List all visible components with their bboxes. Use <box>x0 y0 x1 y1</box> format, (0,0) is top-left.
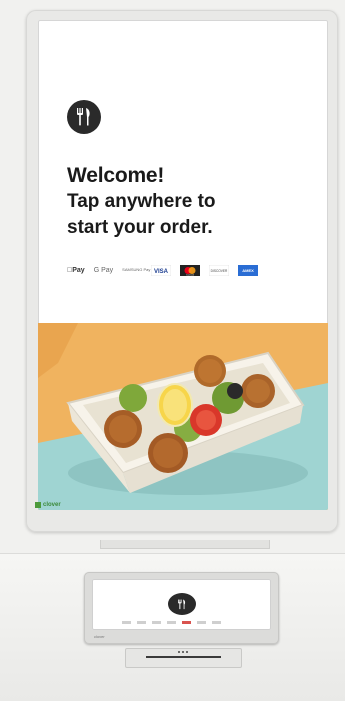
mini-pay-logo <box>197 621 206 624</box>
mini-pay-logo <box>152 621 161 624</box>
mini-pay-logo <box>122 621 131 624</box>
mastercard-logo: mastercard <box>180 264 201 276</box>
fork-knife-icon <box>67 100 101 134</box>
indicator-dot <box>186 651 188 653</box>
visa-card-logo: VISA <box>151 264 172 276</box>
apple-pay-logo: Pay <box>67 266 85 274</box>
mini-pay-logo <box>167 621 176 624</box>
indicator-dots <box>178 651 188 653</box>
discover-card-logo: DISCOVER <box>209 264 230 276</box>
mini-pay-logo <box>212 621 221 624</box>
card-slot-opening <box>146 656 221 658</box>
indicator-dot <box>182 651 184 653</box>
welcome-title: Welcome! <box>67 164 165 187</box>
instruction-line-1: Tap anywhere to <box>67 191 216 212</box>
indicator-dot <box>178 651 180 653</box>
mini-fork-knife-icon <box>168 593 196 615</box>
amex-text: AMEX <box>242 268 254 273</box>
device-brand-label: clover <box>94 634 105 639</box>
payment-device-screen[interactable] <box>92 579 271 630</box>
amex-card-logo: AMEX <box>238 264 259 276</box>
food-photo <box>38 323 328 510</box>
visa-text: VISA <box>154 269 169 275</box>
samsung-pay-logo: SAMSUNG Pay <box>116 267 150 272</box>
google-pay-logo: G Pay <box>88 266 113 274</box>
instruction-line-2: start your order. <box>67 217 213 238</box>
kiosk-screen[interactable]: Welcome! Tap anywhere to start your orde… <box>38 20 328 510</box>
mini-pay-logo <box>182 621 191 624</box>
clover-logo: clover <box>35 502 61 508</box>
kiosk-neck <box>100 540 270 549</box>
discover-text: DISCOVER <box>211 269 228 273</box>
payment-device: clover <box>84 572 279 644</box>
mini-pay-logo <box>137 621 146 624</box>
kiosk-frame: Welcome! Tap anywhere to start your orde… <box>26 10 338 532</box>
clover-square-icon <box>35 502 41 508</box>
mini-payment-methods <box>122 621 221 624</box>
payment-methods: Pay G Pay SAMSUNG Pay VISA mastercard D… <box>67 263 259 277</box>
clover-logo-text: clover <box>43 502 61 508</box>
